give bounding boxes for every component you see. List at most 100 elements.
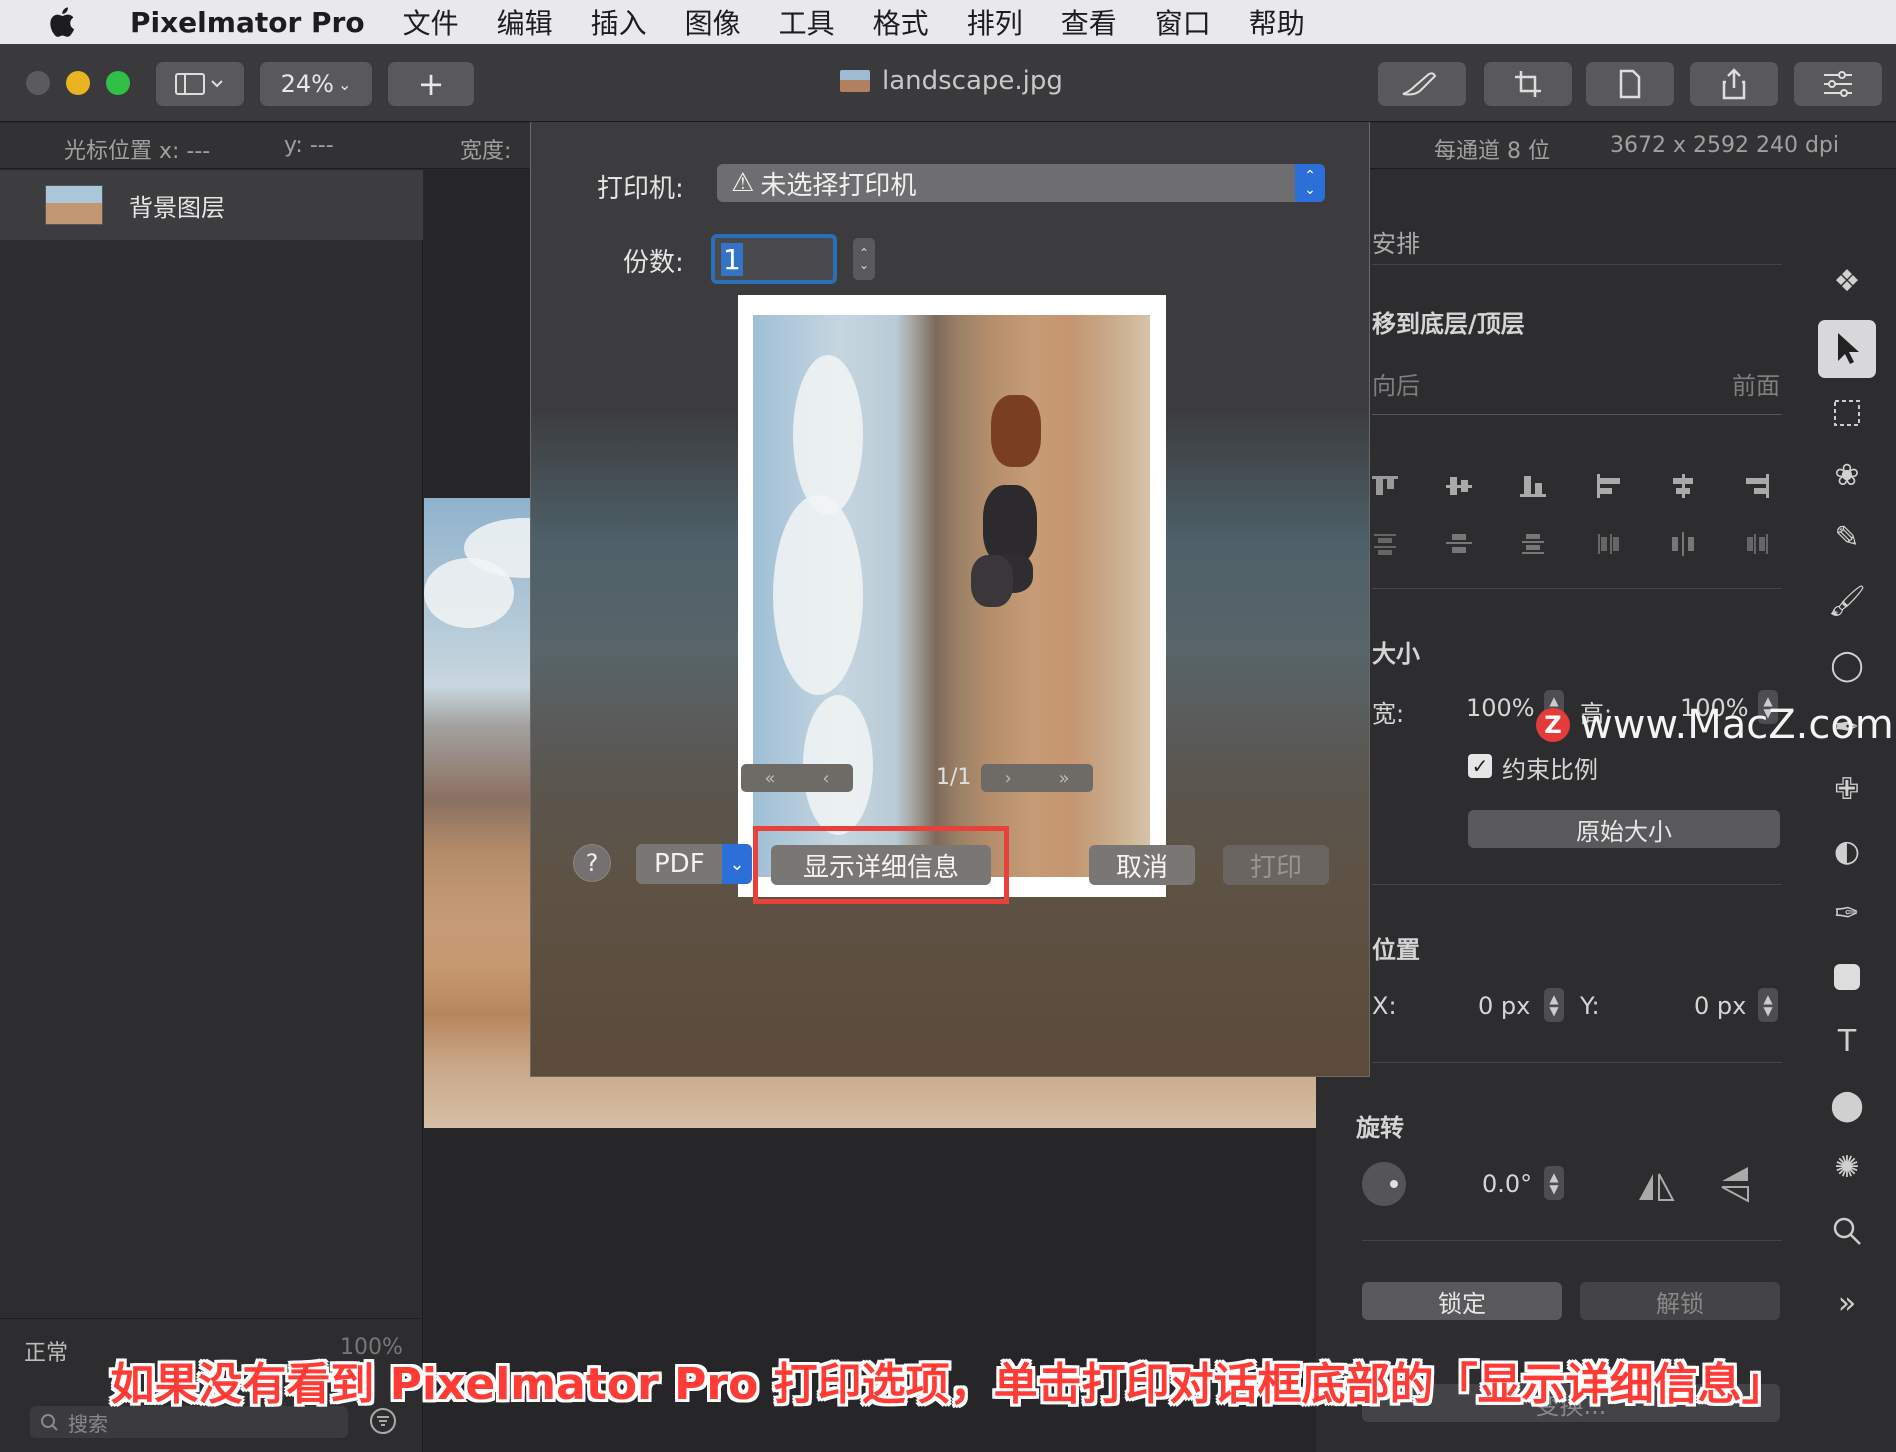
menu-edit[interactable]: 编辑 [497,2,553,42]
paint-tool-icon[interactable]: 🖌 [1826,580,1868,622]
zoom-menu-button[interactable]: 24% ⌄ [260,62,372,106]
app-name-menu[interactable]: Pixelmator Pro [130,6,365,39]
menu-tools[interactable]: 工具 [779,2,835,42]
align-top-icon[interactable] [1372,474,1398,498]
arrange-slider-track[interactable] [1372,414,1782,415]
unlock-button[interactable]: 解锁 [1580,1282,1780,1320]
menu-image[interactable]: 图像 [685,2,741,42]
page-back-buttons[interactable]: «‹ [741,764,853,792]
color-adjustments-tool-icon[interactable]: ⬤ [1826,1084,1868,1126]
arrange-header: 安排 [1372,230,1420,258]
first-page-icon[interactable]: « [764,768,775,789]
x-position-field[interactable]: 0 px [1478,992,1530,1020]
x-stepper[interactable]: ▲ ▼ [1544,988,1564,1022]
cancel-button[interactable]: 取消 [1089,845,1195,885]
type-tool-icon[interactable]: T [1826,1020,1868,1062]
retouch-tool-icon[interactable]: ✙ [1826,768,1868,810]
format-button[interactable] [1586,62,1674,106]
size-header[interactable]: 大小 [1372,634,1420,669]
constrain-proportions-label: 约束比例 [1502,756,1598,784]
menu-window[interactable]: 窗口 [1155,2,1211,42]
quick-selection-tool-icon[interactable]: ✎ [1826,516,1868,558]
flip-horizontal-icon[interactable] [1636,1170,1676,1204]
position-header[interactable]: 位置 [1372,930,1420,965]
watermark: Z www.MacZ.com [1536,702,1894,748]
layer-row[interactable]: 背景图层 [0,170,423,240]
align-horizontal-center-icon[interactable] [1670,474,1696,498]
print-preview [738,295,1166,897]
rotation-field[interactable]: 0.0° [1482,1170,1532,1198]
printer-select[interactable]: ⚠ 未选择打印机 ⌃ ⌄ [717,164,1325,202]
rotation-stepper[interactable]: ▲ ▼ [1544,1166,1564,1200]
share-button[interactable] [1690,62,1778,106]
selection-tool-icon[interactable] [1826,392,1868,434]
layer-name: 背景图层 [129,193,225,222]
last-page-icon[interactable]: » [1059,768,1070,789]
move-to-back-front-label[interactable]: 移到底层/顶层 [1372,304,1525,339]
sidebar-toggle-button[interactable] [156,62,244,106]
apple-menu-icon[interactable] [40,5,82,39]
tutorial-caption: 如果没有看到 Pixelmator Pro 打印选项，单击打印对话框底部的「显示… [110,1359,1786,1410]
menu-format[interactable]: 格式 [873,2,929,42]
layer-thumbnail [45,185,103,225]
constrain-proportions-checkbox[interactable]: ✓ [1468,754,1492,778]
pen-tool-icon[interactable]: ✑ [1826,892,1868,934]
tools-sidebar-button[interactable] [1794,62,1882,106]
watermark-text: www.MacZ.com [1580,702,1894,748]
align-right-icon[interactable] [1744,474,1770,498]
effects-tool-icon[interactable]: ◐ [1826,830,1868,872]
sidebar-icon [175,73,223,95]
next-page-icon[interactable]: › [1004,768,1011,789]
distribute-horizontal-center-icon[interactable] [1670,532,1696,556]
crop-button[interactable] [1484,62,1572,106]
zoom-window-button[interactable] [106,71,130,95]
shape-tool-icon[interactable] [1826,956,1868,998]
page-forward-buttons[interactable]: ›» [981,764,1093,792]
align-bottom-icon[interactable] [1520,474,1546,498]
flip-vertical-icon[interactable] [1718,1164,1752,1204]
highlight-box [753,826,1009,904]
distribute-vertical-center-icon[interactable] [1446,532,1472,556]
distribute-horizontal-left-icon[interactable] [1596,532,1622,556]
rotate-header[interactable]: 旋转 [1356,1108,1404,1143]
chevron-down-icon: ⌄ [722,844,752,884]
copies-field[interactable]: 1 [711,234,837,284]
distribute-vertical-bottom-icon[interactable] [1520,532,1546,556]
fill-tool-icon[interactable]: ◯ [1826,644,1868,686]
pdf-menu-button[interactable]: PDF ⌄ [636,844,752,884]
zoom-tool-icon[interactable] [1826,1210,1868,1252]
window-toolbar: 24% ⌄ + landscape.jpg [0,44,1896,122]
menu-insert[interactable]: 插入 [591,2,647,42]
align-left-icon[interactable] [1596,474,1622,498]
arrange-tool-icon[interactable] [1818,320,1876,378]
menu-help[interactable]: 帮助 [1249,2,1305,42]
y-position-field[interactable]: 0 px [1694,992,1746,1020]
help-button[interactable]: ? [573,844,611,882]
original-size-button[interactable]: 原始大小 [1468,810,1780,848]
printer-label: 打印机: [597,174,684,204]
minimize-window-button[interactable] [66,71,90,95]
close-window-button[interactable] [26,71,50,95]
lasso-tool-icon[interactable]: ❀ [1826,454,1868,496]
menu-arrange[interactable]: 排列 [967,2,1023,42]
menu-file[interactable]: 文件 [403,2,459,42]
width-readout: 宽度: [460,139,512,164]
align-vertical-center-icon[interactable] [1446,474,1472,498]
rotation-dial[interactable] [1362,1162,1406,1206]
menu-view[interactable]: 查看 [1061,2,1117,42]
previous-page-icon[interactable]: ‹ [822,768,829,789]
distribute-vertical-top-icon[interactable] [1372,532,1398,556]
distribute-horizontal-right-icon[interactable] [1744,532,1770,556]
brush-stroke-icon [1402,72,1437,96]
copies-stepper[interactable]: ⌃ ⌄ [853,238,875,280]
style-tool-icon[interactable]: ❖ [1826,260,1868,302]
chevron-down-icon: ⌄ [337,74,352,94]
width-field[interactable]: 100% [1466,694,1535,722]
quick-tools-button[interactable] [1378,62,1466,106]
lock-button[interactable]: 锁定 [1362,1282,1562,1320]
y-stepper[interactable]: ▲ ▼ [1758,988,1778,1022]
more-tools-icon[interactable]: » [1826,1282,1868,1324]
add-button[interactable]: + [388,62,474,106]
distort-tool-icon[interactable]: ✺ [1826,1146,1868,1188]
print-button[interactable]: 打印 [1223,845,1329,885]
